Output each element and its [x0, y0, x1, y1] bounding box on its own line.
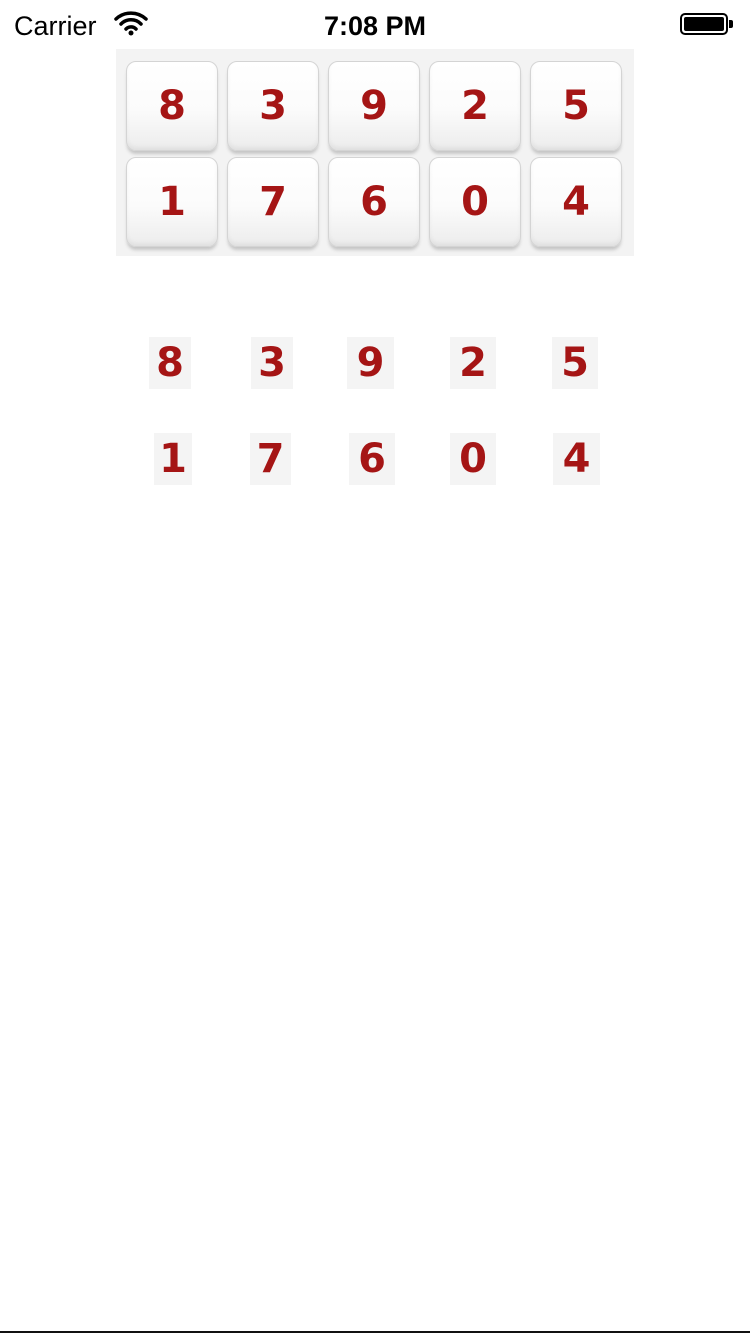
key-2[interactable]: 2: [429, 61, 521, 151]
key-1[interactable]: 1: [126, 157, 218, 247]
key-4[interactable]: 4: [530, 157, 622, 247]
digit-tile: 9: [347, 337, 394, 389]
key-7[interactable]: 7: [227, 157, 319, 247]
status-bar: Carrier 7:08 PM: [0, 0, 750, 50]
digit-keypad: 8 3 9 2 5 1 7 6 0 4: [116, 49, 634, 256]
digit-tile: 4: [553, 433, 600, 485]
key-5[interactable]: 5: [530, 61, 622, 151]
digit-tile: 0: [450, 433, 496, 485]
key-9[interactable]: 9: [328, 61, 420, 151]
key-8[interactable]: 8: [126, 61, 218, 151]
clock: 7:08 PM: [323, 11, 427, 41]
digit-tile: 2: [450, 337, 496, 389]
key-3[interactable]: 3: [227, 61, 319, 151]
key-0[interactable]: 0: [429, 157, 521, 247]
key-6[interactable]: 6: [328, 157, 420, 247]
battery-icon: [680, 13, 736, 37]
digit-tile: 6: [349, 433, 395, 485]
bottom-divider: [0, 1331, 750, 1333]
digit-tile: 7: [250, 433, 291, 485]
digit-tile: 8: [149, 337, 191, 389]
digit-tile: 3: [251, 337, 293, 389]
digit-tile: 1: [154, 433, 192, 485]
digit-tile: 5: [552, 337, 598, 389]
